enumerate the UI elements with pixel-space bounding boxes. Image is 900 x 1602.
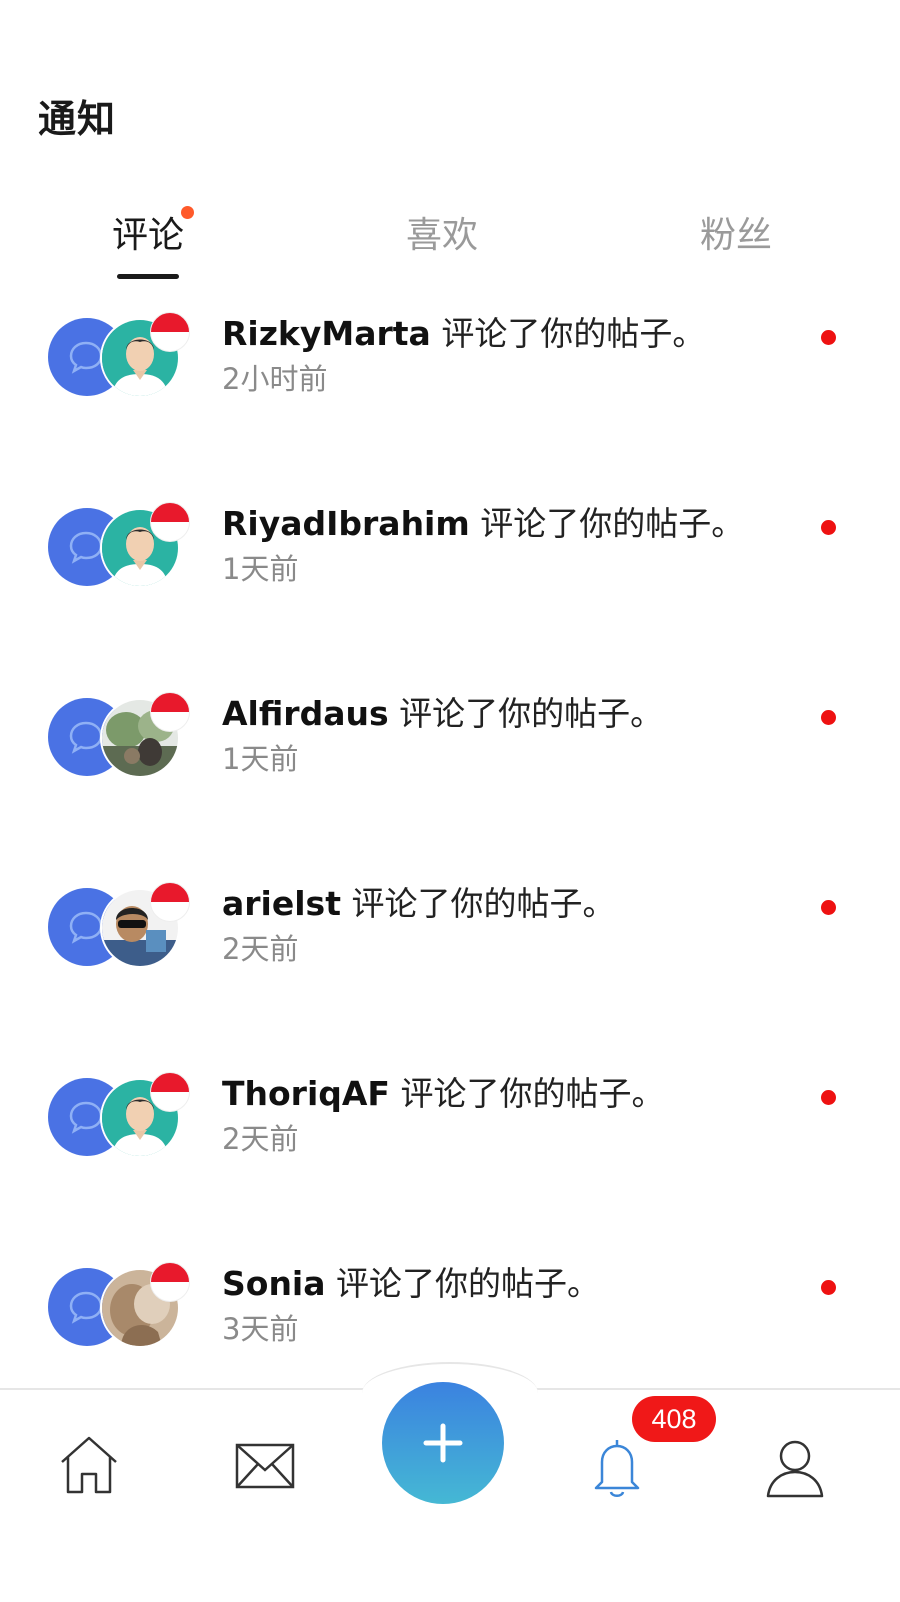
notification-time: 2天前 [222, 932, 299, 966]
notification-username[interactable]: Alfirdaus [222, 694, 389, 733]
notification-username[interactable]: ThoriqAF [222, 1074, 390, 1113]
unread-dot [821, 1090, 836, 1105]
indonesia-flag-icon [150, 502, 190, 542]
notification-username[interactable]: arielst [222, 884, 341, 923]
notification-time: 1天前 [222, 742, 299, 776]
notification-item[interactable]: Alfirdaus 评论了你的帖子。 1天前 [0, 680, 900, 870]
notification-item[interactable]: ThoriqAF 评论了你的帖子。 2天前 [0, 1060, 900, 1250]
notification-time: 2小时前 [222, 362, 328, 396]
notification-username[interactable]: RizkyMarta [222, 314, 431, 353]
unread-dot [821, 520, 836, 535]
tab-followers[interactable]: 粉丝 [656, 206, 816, 258]
notification-username[interactable]: Sonia [222, 1264, 326, 1303]
notification-username[interactable]: RiyadIbrahim [222, 504, 470, 543]
unread-dot [821, 330, 836, 345]
notification-time: 1天前 [222, 552, 299, 586]
tab-comments[interactable]: 评论 [68, 206, 228, 258]
active-tab-indicator [117, 274, 179, 279]
add-icon [423, 1423, 463, 1463]
tab-likes[interactable]: 喜欢 [362, 206, 522, 258]
mail-icon[interactable] [220, 1420, 310, 1510]
notification-list: RizkyMarta 评论了你的帖子。 2小时前 RiyadIbrahim 评论… [0, 300, 900, 1440]
indonesia-flag-icon [150, 882, 190, 922]
tab-label: 评论 [111, 215, 184, 256]
add-post-button[interactable] [382, 1382, 504, 1504]
indonesia-flag-icon [150, 1262, 190, 1302]
notification-action: 评论了你的帖子。 [351, 884, 616, 923]
tab-label: 喜欢 [405, 215, 478, 256]
notification-item[interactable]: RiyadIbrahim 评论了你的帖子。 1天前 [0, 490, 900, 680]
notification-action: 评论了你的帖子。 [399, 694, 664, 733]
notification-item[interactable]: RizkyMarta 评论了你的帖子。 2小时前 [0, 300, 900, 490]
notification-time: 3天前 [222, 1312, 299, 1346]
notification-badge: 408 [632, 1396, 716, 1442]
notification-time: 2天前 [222, 1122, 299, 1156]
unread-dot [821, 900, 836, 915]
notification-action: 评论了你的帖子。 [441, 314, 706, 353]
unread-dot [821, 1280, 836, 1295]
indonesia-flag-icon [150, 692, 190, 732]
notification-action: 评论了你的帖子。 [336, 1264, 601, 1303]
notification-item[interactable]: arielst 评论了你的帖子。 2天前 [0, 870, 900, 1060]
indonesia-flag-icon [150, 1072, 190, 1112]
tab-bar: 评论 喜欢 粉丝 [0, 196, 900, 286]
notification-action: 评论了你的帖子。 [400, 1074, 665, 1113]
tab-unread-dot [181, 206, 194, 219]
page-title: 通知 [38, 97, 117, 141]
notification-action: 评论了你的帖子。 [480, 504, 745, 543]
indonesia-flag-icon [150, 312, 190, 352]
unread-dot [821, 710, 836, 725]
tab-label: 粉丝 [699, 215, 772, 256]
profile-icon[interactable] [750, 1420, 840, 1510]
home-icon[interactable] [44, 1420, 134, 1510]
